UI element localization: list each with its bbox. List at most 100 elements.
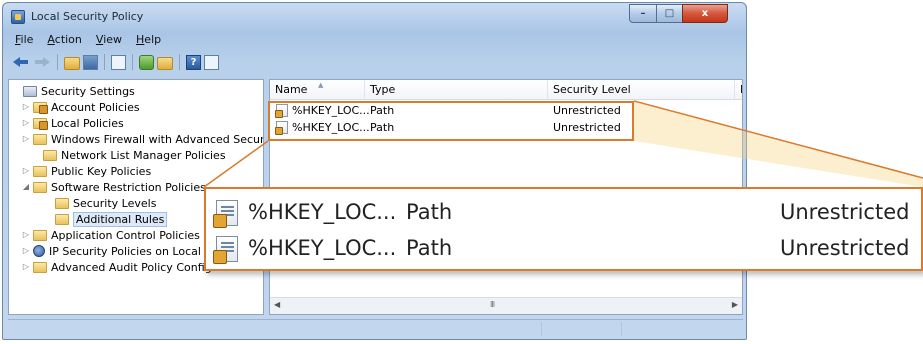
forward-arrow-icon[interactable] [33, 53, 51, 71]
policy-folder-icon [33, 117, 48, 130]
tree-item-windows-firewall-with-advanced-security[interactable]: ▷ Windows Firewall with Advanced Security [21, 131, 264, 147]
expand-arrow-icon[interactable]: ▷ [21, 102, 31, 112]
callout-source-highlight [268, 101, 634, 141]
security-policy-app-icon [11, 10, 25, 24]
properties-icon[interactable] [111, 54, 126, 70]
folder-icon [55, 213, 69, 225]
security-settings-icon [23, 85, 37, 97]
expand-arrow-icon[interactable]: ▷ [21, 246, 31, 256]
show-action-pane-icon[interactable] [204, 54, 219, 70]
tree-item-label: IP Security Policies on Local Co [49, 244, 219, 258]
folder-icon [33, 165, 47, 177]
tree-item-label: Account Policies [51, 100, 140, 114]
callout-row: %HKEY_LOC... Path Unrestricted [206, 231, 921, 267]
status-bar [8, 319, 743, 337]
scroll-left-icon[interactable]: ◀ [274, 300, 280, 309]
up-folder-icon[interactable] [64, 56, 80, 70]
tree-item-label: Software Restriction Policies [51, 180, 206, 194]
toolbar-separator [104, 54, 105, 70]
expand-arrow-icon[interactable]: ▷ [21, 262, 31, 272]
tree-item-security-levels[interactable]: Security Levels [43, 195, 156, 211]
menu-file[interactable]: File [8, 31, 40, 49]
tree-item-label: Windows Firewall with Advanced Security [51, 132, 264, 146]
local-security-policy-window: Local Security Policy – □ x File Action … [2, 2, 747, 340]
toolbar-separator [132, 54, 133, 70]
tree-item-account-policies[interactable]: ▷ Account Policies [21, 99, 140, 115]
callout-rule-level: Unrestricted [780, 200, 910, 224]
close-button[interactable]: x [682, 4, 728, 23]
tree-item-label: Application Control Policies [51, 228, 200, 242]
folder-icon [33, 133, 47, 145]
folder-icon [43, 149, 57, 161]
column-header-security-level[interactable]: Security Level [548, 80, 735, 100]
tree-item-software-restriction-policies[interactable]: ◢ Software Restriction Policies [21, 179, 206, 195]
toolbar-separator [57, 54, 58, 70]
folder-icon [33, 181, 47, 193]
callout-rule-type: Path [406, 200, 453, 224]
policy-folder-icon [33, 101, 48, 114]
menu-view-label: iew [103, 33, 123, 46]
callout-rule-name: %HKEY_LOC... [248, 200, 397, 224]
tree-item-label: Local Policies [51, 116, 124, 130]
show-hide-tree-icon[interactable] [83, 54, 98, 70]
toolbar: ? [8, 50, 741, 74]
scroll-thumb-grip[interactable]: III [490, 300, 495, 309]
tree-item-label: Network List Manager Policies [61, 148, 226, 162]
menu-bar: File Action View Help [8, 31, 741, 49]
expand-arrow-icon[interactable]: ◢ [21, 182, 31, 192]
status-segment [541, 322, 621, 336]
menu-action-accel: A [47, 33, 55, 46]
refresh-icon[interactable] [139, 54, 154, 70]
sort-ascending-icon: ▲ [318, 81, 324, 89]
callout-rule-level: Unrestricted [780, 236, 910, 260]
status-segment [621, 322, 741, 336]
expand-arrow-icon[interactable]: ▷ [21, 230, 31, 240]
expand-arrow-icon[interactable]: ▷ [21, 134, 31, 144]
tree-item-ip-security-policies-on-local-co[interactable]: ▷ IP Security Policies on Local Co [21, 243, 219, 259]
menu-action[interactable]: Action [40, 31, 88, 49]
ip-security-icon [33, 245, 45, 257]
menu-file-label: ile [20, 33, 34, 46]
expand-arrow-icon[interactable]: ▷ [21, 166, 31, 176]
scroll-right-icon[interactable]: ▶ [732, 300, 738, 309]
menu-view[interactable]: View [89, 31, 129, 49]
tree-item-label: Public Key Policies [51, 164, 152, 178]
folder-icon [33, 229, 47, 241]
zoom-callout: %HKEY_LOC... Path Unrestricted %HKEY_LOC… [204, 187, 923, 271]
expand-arrow-icon[interactable]: ▷ [21, 118, 31, 128]
help-icon[interactable]: ? [186, 54, 201, 70]
list-header: Name ▲ Type Security Level D [270, 80, 742, 100]
path-rule-icon [213, 200, 238, 228]
window-title: Local Security Policy [31, 10, 144, 23]
horizontal-scrollbar[interactable]: ◀ III ▶ [270, 297, 742, 314]
title-bar[interactable]: Local Security Policy – □ x [3, 3, 746, 31]
path-rule-icon [213, 236, 238, 264]
column-header-description[interactable]: D [735, 80, 742, 100]
callout-rule-name: %HKEY_LOC... [248, 236, 397, 260]
menu-help[interactable]: Help [129, 31, 168, 49]
callout-row: %HKEY_LOC... Path Unrestricted [206, 195, 921, 231]
tree-item-security-settings[interactable]: Security Settings [11, 83, 135, 99]
tree-item-label: Security Levels [73, 196, 157, 210]
tree-item-application-control-policies[interactable]: ▷ Application Control Policies [21, 227, 200, 243]
maximize-button[interactable]: □ [656, 4, 683, 23]
menu-help-label: elp [144, 33, 162, 46]
minimize-button[interactable]: – [629, 4, 657, 23]
tree-item-additional-rules[interactable]: Additional Rules [43, 211, 168, 227]
tree-item-label: Security Settings [41, 84, 135, 98]
tree-item-network-list-manager-policies[interactable]: Network List Manager Policies [31, 147, 226, 163]
menu-action-label: ction [54, 33, 82, 46]
tree-item-public-key-policies[interactable]: ▷ Public Key Policies [21, 163, 151, 179]
back-arrow-icon[interactable] [12, 53, 30, 71]
callout-rule-type: Path [406, 236, 453, 260]
tree-item-local-policies[interactable]: ▷ Local Policies [21, 115, 124, 131]
folder-icon [55, 197, 69, 209]
column-header-type[interactable]: Type [365, 80, 548, 100]
folder-icon [33, 261, 47, 273]
export-list-icon[interactable] [157, 56, 173, 70]
tree-item-label: Additional Rules [73, 211, 168, 227]
